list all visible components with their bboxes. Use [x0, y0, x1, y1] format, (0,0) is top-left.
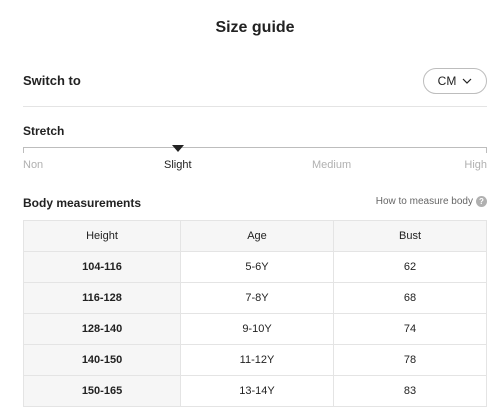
- height-cell: 140-150: [23, 344, 181, 376]
- column-header-height: Height: [23, 220, 181, 252]
- stretch-level-slight: Slight: [164, 159, 192, 171]
- height-cell: 128-140: [23, 313, 181, 345]
- age-cell: 5-6Y: [180, 251, 334, 283]
- table-header-row: Height Age Bust: [23, 220, 487, 252]
- bust-cell: 78: [333, 344, 487, 376]
- body-measurements-title: Body measurements: [23, 196, 142, 210]
- age-cell: 7-8Y: [180, 282, 334, 314]
- unit-switch-row: Switch to CM: [23, 68, 487, 106]
- stretch-tick: [23, 147, 24, 153]
- how-to-measure-link[interactable]: How to measure body ?: [376, 196, 487, 207]
- size-table: Height Age Bust 104-116 5-6Y 62 116-128 …: [23, 220, 487, 407]
- unit-select[interactable]: CM: [423, 68, 487, 94]
- bust-cell: 62: [333, 251, 487, 283]
- bust-cell: 68: [333, 282, 487, 314]
- stretch-title: Stretch: [23, 124, 65, 138]
- age-cell: 11-12Y: [180, 344, 334, 376]
- age-cell: 13-14Y: [180, 375, 334, 407]
- age-cell: 9-10Y: [180, 313, 334, 345]
- stretch-level-non: Non: [23, 159, 44, 171]
- column-header-bust: Bust: [333, 220, 487, 252]
- stretch-level-high: High: [464, 159, 487, 171]
- divider: [23, 106, 487, 107]
- height-cell: 116-128: [23, 282, 181, 314]
- bust-cell: 83: [333, 375, 487, 407]
- chevron-down-icon: [462, 78, 472, 84]
- table-row: 128-140 9-10Y 74: [23, 313, 487, 345]
- stretch-pointer-icon: [172, 145, 184, 152]
- bust-cell: 74: [333, 313, 487, 345]
- help-icon: ?: [476, 196, 487, 207]
- table-row: 116-128 7-8Y 68: [23, 282, 487, 314]
- stretch-tick: [486, 147, 487, 153]
- table-row: 140-150 11-12Y 78: [23, 344, 487, 376]
- page-title: Size guide: [215, 19, 295, 36]
- stretch-level-medium: Medium: [312, 159, 352, 171]
- table-row: 150-165 13-14Y 83: [23, 375, 487, 407]
- stretch-scale: [23, 147, 487, 148]
- height-cell: 150-165: [23, 375, 181, 407]
- column-header-age: Age: [180, 220, 334, 252]
- height-cell: 104-116: [23, 251, 181, 283]
- table-row: 104-116 5-6Y 62: [23, 251, 487, 283]
- unit-select-value: CM: [437, 74, 457, 88]
- switch-to-label: Switch to: [23, 73, 81, 88]
- how-to-measure-label: How to measure body: [375, 196, 473, 207]
